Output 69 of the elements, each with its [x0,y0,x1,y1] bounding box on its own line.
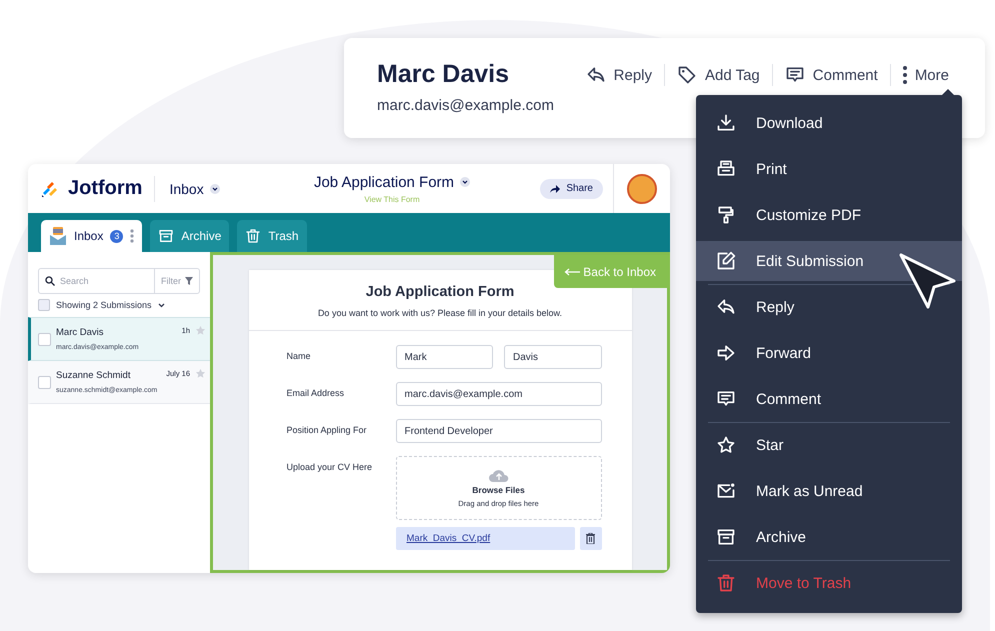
menu-item[interactable]: Forward [696,330,962,376]
arrow-left-icon [564,268,580,276]
contact-email: marc.davis@example.com [377,97,554,114]
trash-icon [586,533,595,544]
forward-arrow-icon [716,343,736,363]
browse-files-label: Browse Files [472,485,525,495]
kebab-icon[interactable] [130,229,134,243]
inbox-tray-icon [49,226,67,246]
menu-item[interactable]: Reply [696,284,962,330]
archive-icon [158,228,174,244]
tab[interactable]: Archive [150,220,230,252]
avatar[interactable] [627,174,657,204]
comment-button[interactable]: Comment [772,64,890,86]
menu-item[interactable]: Print [696,146,962,192]
contact-name: Marc Davis [377,60,510,89]
archive-icon [716,527,736,547]
caret-icon[interactable] [460,177,470,187]
download-icon [716,113,736,133]
reply-button[interactable]: Reply [574,64,664,86]
submission-count: Showing 2 Submissions [56,300,152,310]
count-badge: 3 [110,230,124,242]
tag-icon [677,65,697,85]
section-dropdown[interactable]: Inbox [155,180,234,196]
delete-button[interactable] [580,527,602,550]
kebab-icon [902,66,907,84]
field-label: Upload your CV Here [286,461,374,472]
submitter-name: Marc Davis [56,327,105,338]
submitter-name: Suzanne Schmidt [56,370,132,381]
menu-item[interactable]: Download [696,100,962,146]
more-button[interactable]: More [890,64,961,86]
share-arrow-icon [550,184,560,192]
form-description: Do you want to work with us? Please fill in your details below. [318,308,562,318]
paint-roller-icon [716,205,736,225]
field-label: Position Appling For [286,424,368,435]
brand-name: Jotform [68,177,142,200]
input-field[interactable]: Frontend Developer [396,419,602,443]
menu-item[interactable]: Star [696,422,962,468]
field-label: Email Address [286,387,346,398]
star-icon [716,435,736,455]
star-icon[interactable] [195,325,206,336]
caret-icon [210,184,220,194]
checkbox[interactable] [38,332,51,346]
trash-icon [716,573,736,593]
trash-icon [245,228,262,244]
form-title: Job Application Form [314,174,454,190]
menu-item[interactable]: Edit Submission [696,241,962,281]
input-field[interactable]: marc.davis@example.com [396,382,602,406]
menu-item[interactable]: Mark as Unread [696,468,962,514]
menu-item[interactable]: Comment [696,376,962,422]
input-field[interactable]: Davis [504,345,602,369]
pointer-cursor [898,252,956,310]
filter-icon [185,277,193,285]
tab[interactable]: Trash [237,220,307,252]
search-icon [45,276,55,286]
form-heading: Job Application Form [366,284,514,300]
field-label: Name [286,350,312,361]
menu-item[interactable]: Customize PDF [696,192,962,238]
caret-icon[interactable] [158,302,165,308]
file-link[interactable]: Mark_Davis_CV.pdf [406,533,490,544]
add-tag-button[interactable]: Add Tag [664,64,772,86]
menu-item[interactable]: Archive [696,514,962,560]
input-field[interactable]: Mark [396,345,493,369]
share-button[interactable]: Share [540,178,603,198]
edit-icon [716,251,736,271]
tab[interactable]: Inbox 3 [41,220,142,252]
cloud-upload-icon [488,468,510,482]
checkbox[interactable] [38,299,50,311]
star-icon[interactable] [195,368,206,379]
checkbox[interactable] [38,376,51,388]
